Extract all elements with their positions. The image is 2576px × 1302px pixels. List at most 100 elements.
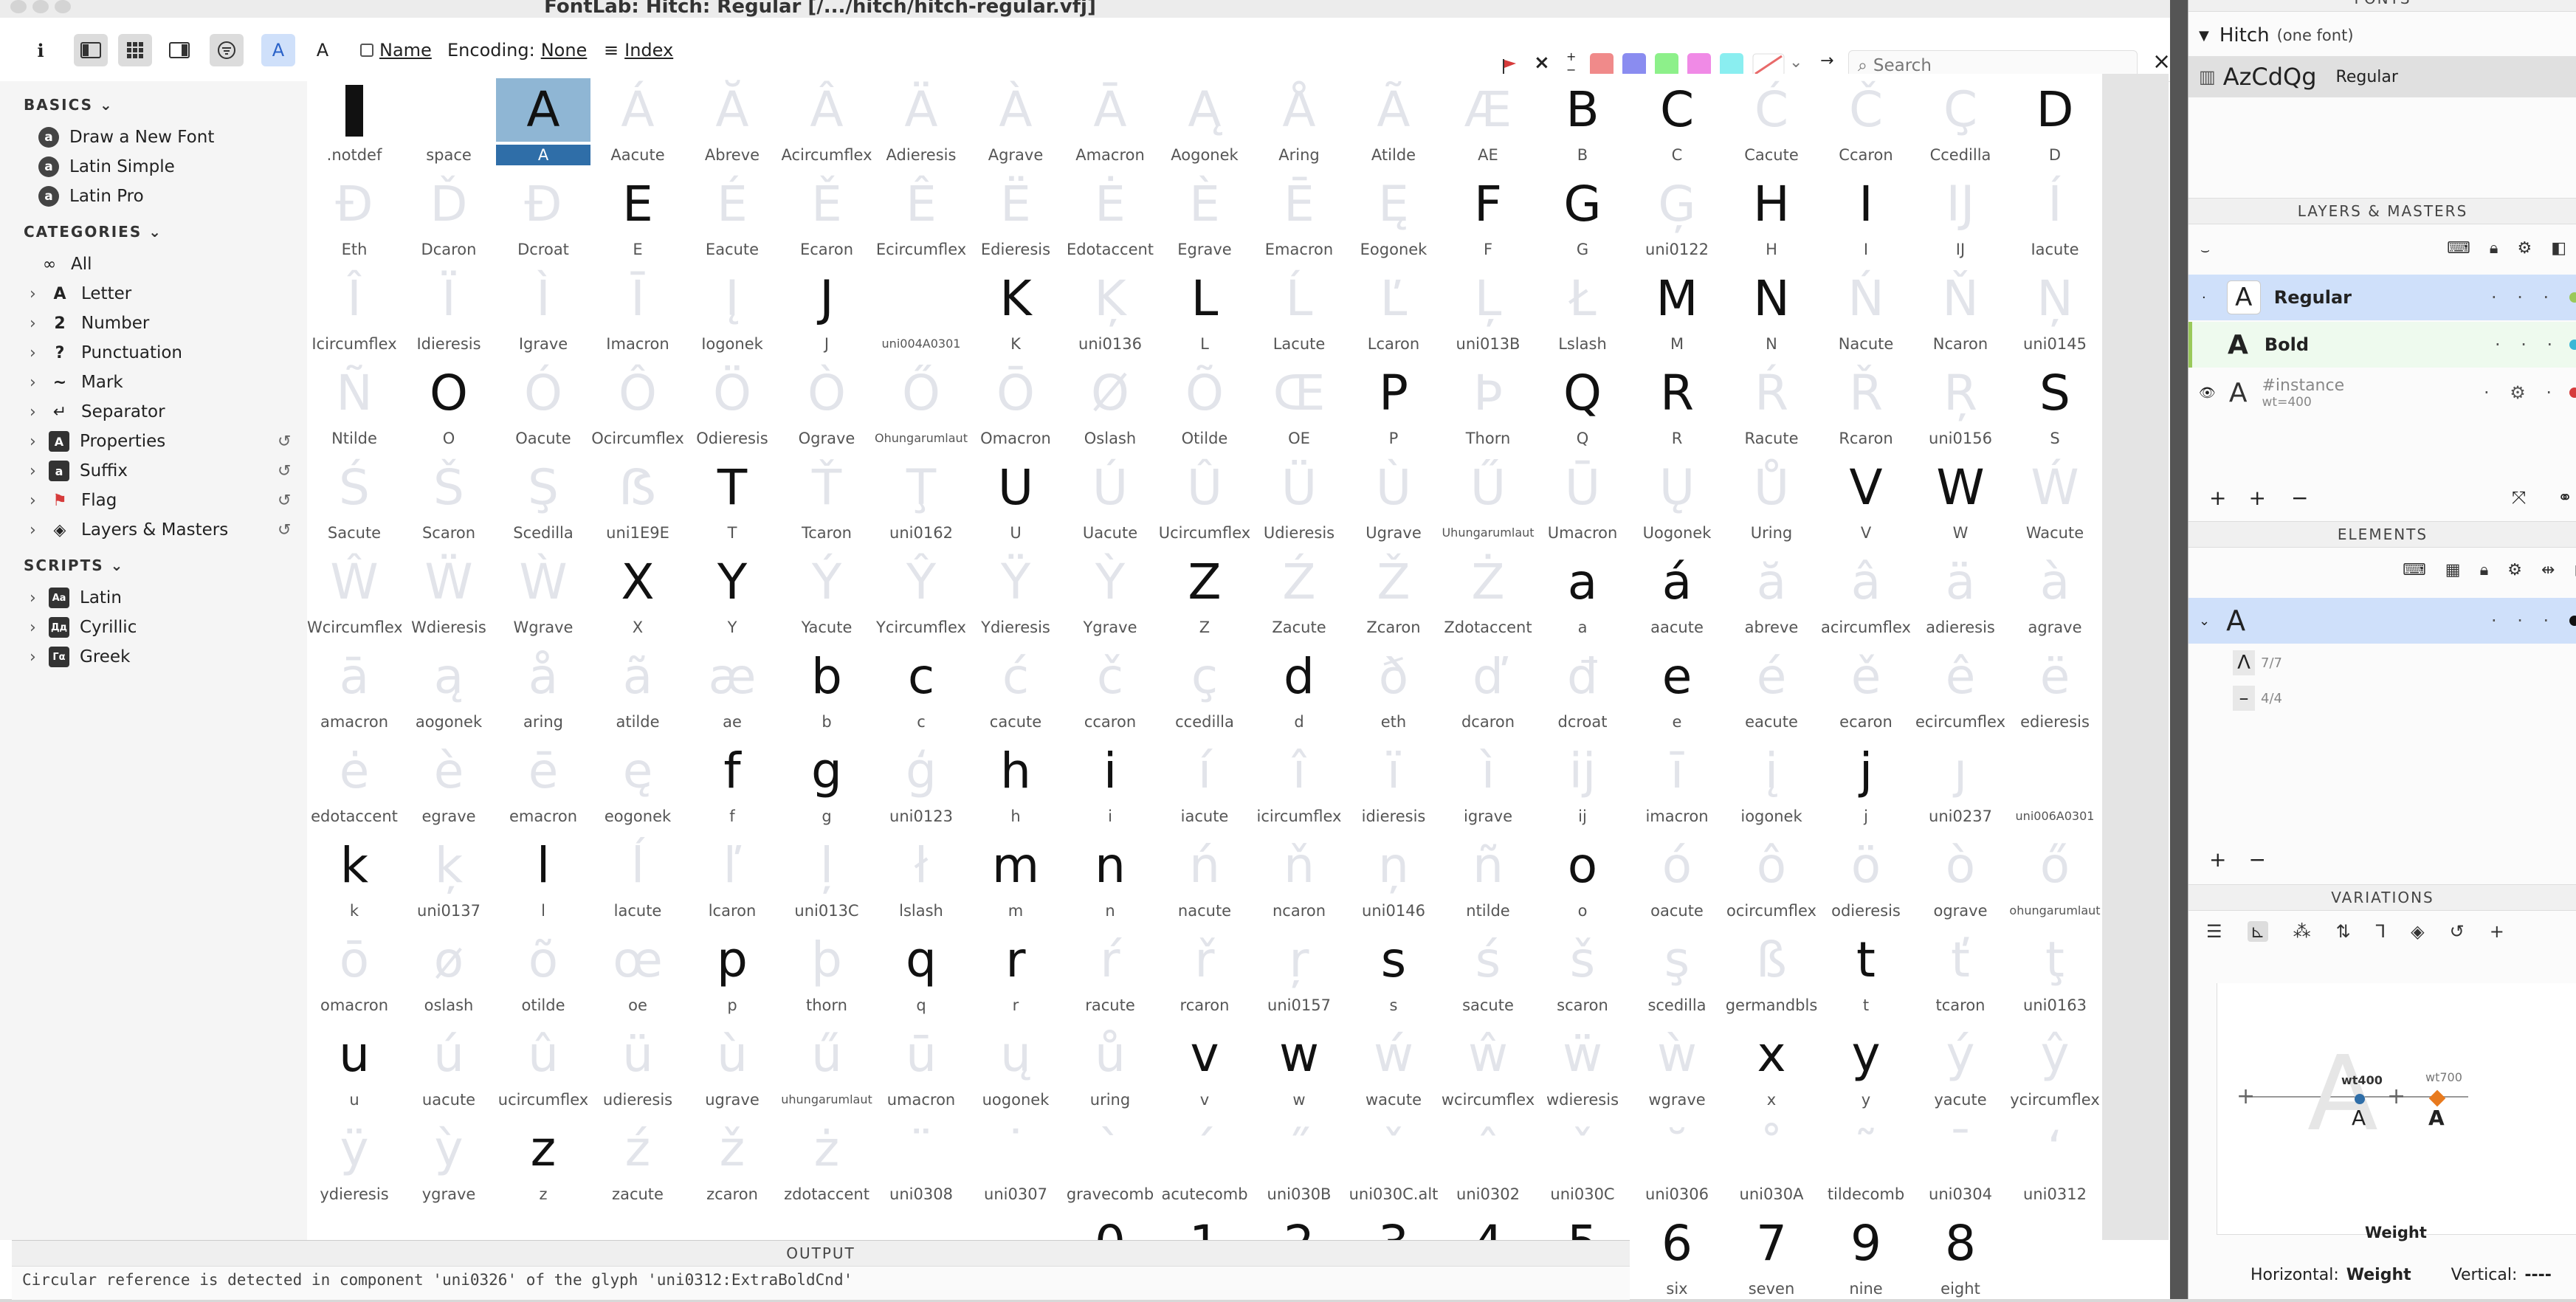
glyph-cell[interactable]: Õ Otilde	[1157, 357, 1252, 452]
glyph-cell[interactable]: ẁ wgrave	[1630, 1019, 1724, 1113]
glyph-cell[interactable]: 7 seven	[1724, 1208, 1819, 1302]
glyph-cell[interactable]: Û Ucircumflex	[1157, 452, 1252, 546]
glyph-cell[interactable]: Ů Uring	[1724, 452, 1819, 546]
glyph-cell[interactable]: Ė Edotaccent	[1063, 168, 1157, 263]
glyph-cell[interactable]: ű uhungarumlaut	[779, 1019, 874, 1113]
glyph-cell[interactable]: ŗ uni0157	[1252, 924, 1346, 1019]
axes-icon[interactable]: ⊾	[2247, 921, 2268, 942]
glyph-cell[interactable]: FF	[1441, 168, 1535, 263]
glyph-cell[interactable]: Ì Igrave	[496, 263, 590, 357]
glyph-cell[interactable]: ī imacron	[1630, 735, 1724, 830]
category-flag[interactable]: › ⚑ Flag ↺	[30, 486, 291, 515]
glyph-cell[interactable]: ẅ wdieresis	[1535, 1019, 1630, 1113]
glyph-cell[interactable]: Ẅ Wdieresis	[402, 546, 496, 641]
remove-layer-button[interactable]: −	[2291, 486, 2308, 510]
glyph-cell[interactable]: ă abreve	[1724, 546, 1819, 641]
layers-icon[interactable]: ◈	[2411, 921, 2424, 942]
glyph-cell[interactable]: xx	[1724, 1019, 1819, 1113]
glyph-cell[interactable]: í iacute	[1157, 735, 1252, 830]
glyph-cell[interactable]: jj	[1819, 735, 1913, 830]
glyph-cell[interactable]: ù ugrave	[685, 1019, 779, 1113]
glyph-cell[interactable]: gg	[779, 735, 874, 830]
glyph-cell[interactable]: ø oslash	[402, 924, 496, 1019]
glyph-cell[interactable]: Đ Eth	[307, 168, 402, 263]
glyph-cell[interactable]: bb	[779, 641, 874, 735]
glyph-cell[interactable]: 8 eight	[1913, 1208, 2008, 1302]
size-increase[interactable]: +	[1566, 50, 1576, 63]
glyph-cell[interactable]: Ľ Lcaron	[1346, 263, 1441, 357]
glyph-cell[interactable]: Ŷ Ycircumflex	[874, 546, 968, 641]
glyph-cell[interactable]: ż zdotaccent	[779, 1113, 874, 1208]
glyph-cell[interactable]: š scaron	[1535, 924, 1630, 1019]
split-icon[interactable]: ⇹	[2541, 561, 2555, 579]
glyph-cell[interactable]: ¨ uni0308	[874, 1113, 968, 1208]
script-greek[interactable]: › Γα Greek	[30, 642, 130, 672]
basics-item-latin-pro[interactable]: a Latin Pro	[38, 182, 144, 211]
glyph-cell[interactable]: ē emacron	[496, 735, 590, 830]
layer-row-instance[interactable]: 👁︎ A #instance wt=400 · ⚙ ·	[2188, 369, 2576, 416]
glyph-cell[interactable]: Ô Ocircumflex	[590, 357, 685, 452]
glyph-cell[interactable]: Ķuni0136	[1063, 263, 1157, 357]
glyph-cell[interactable]: õ otilde	[496, 924, 590, 1019]
glyph-cell[interactable]: ww	[1252, 1019, 1346, 1113]
glyph-cell[interactable]: Ī Imacron	[590, 263, 685, 357]
glyph-cell[interactable]: Č Ccaron	[1819, 74, 1913, 168]
category-separator[interactable]: › ↵ Separator	[30, 397, 165, 427]
glyph-cell[interactable]: dd	[1252, 641, 1346, 735]
glyph-cell[interactable]: ā amacron	[307, 641, 402, 735]
glyph-cell[interactable]: ñ ntilde	[1441, 830, 1535, 924]
glyph-cell[interactable]: é eacute	[1724, 641, 1819, 735]
glyph-cell[interactable]: ş scedilla	[1630, 924, 1724, 1019]
glyph-cell[interactable]: Ő Ohungarumlaut	[874, 357, 968, 452]
clear-flag-button[interactable]: ×	[1534, 52, 1550, 74]
glyph-cell[interactable]: Å Aring	[1252, 74, 1346, 168]
variation-map[interactable]: A + + wt400 wt700 A A Weight	[2217, 983, 2576, 1241]
sidebar-toggle-button[interactable]	[74, 34, 108, 66]
category-mark[interactable]: › ~ Mark	[30, 368, 123, 397]
glyph-cell[interactable]: Ā Amacron	[1063, 74, 1157, 168]
grid-icon[interactable]: ▦	[2445, 561, 2461, 579]
glyph-cell[interactable]: XX	[590, 546, 685, 641]
glyph-cell[interactable]: uni006A0301	[2008, 735, 2102, 830]
index-dropdown[interactable]: ≡ Index	[604, 34, 673, 66]
basics-header[interactable]: BASICS ⌄	[24, 96, 114, 114]
glyph-cell[interactable]: TT	[685, 452, 779, 546]
glyph-cell[interactable]: HH	[1724, 168, 1819, 263]
glyph-cell[interactable]: oo	[1535, 830, 1630, 924]
add-layer-button[interactable]: +	[2209, 486, 2226, 510]
glyph-cell[interactable]: ˘ uni0306	[1630, 1113, 1724, 1208]
glyph-cell[interactable]: ū umacron	[874, 1019, 968, 1113]
horizontal-axis-dropdown[interactable]: Weight	[2346, 1266, 2411, 1284]
glyph-cell[interactable]: Ù Ugrave	[1346, 452, 1441, 546]
glyph-cell[interactable]: Ú Uacute	[1063, 452, 1157, 546]
gear-icon[interactable]: ⚙	[2507, 561, 2522, 579]
glyph-cell[interactable]: ö odieresis	[1819, 830, 1913, 924]
glyph-cell[interactable]: Ų Uogonek	[1630, 452, 1724, 546]
glyph-cell[interactable]: ˝ uni030B	[1252, 1113, 1346, 1208]
glyph-cell[interactable]: ŵ wcircumflex	[1441, 1019, 1535, 1113]
glyph-cell[interactable]: â acircumflex	[1819, 546, 1913, 641]
glyph-cell[interactable]: yy	[1819, 1019, 1913, 1113]
glyph-cell[interactable]: Ẁ Wgrave	[496, 546, 590, 641]
glyph-cell[interactable]: ų uogonek	[968, 1019, 1063, 1113]
glyph-cell[interactable]: Í Iacute	[2008, 168, 2102, 263]
glyph-cell[interactable]: ỳ ygrave	[402, 1113, 496, 1208]
glyph-cell[interactable]: ÿ ydieresis	[307, 1113, 402, 1208]
glyph-cell[interactable]: ¯ uni0304	[1913, 1113, 2008, 1208]
glyph-cell[interactable]: PP	[1346, 357, 1441, 452]
encoding-dropdown[interactable]: Encoding: None	[447, 34, 587, 66]
glyph-cell[interactable]: space	[402, 74, 496, 168]
glyph-cell[interactable]: Ç Ccedilla	[1913, 74, 2008, 168]
glyph-cell[interactable]: Ẃ Wacute	[2008, 452, 2102, 546]
glyph-cell[interactable]: ã atilde	[590, 641, 685, 735]
master-regular-marker[interactable]	[2355, 1094, 2365, 1104]
keyboard-icon[interactable]: ⌨	[2447, 239, 2470, 258]
glyph-cell[interactable]: ï idieresis	[1346, 735, 1441, 830]
glyph-cell[interactable]: Ş Scedilla	[496, 452, 590, 546]
glyph-cell[interactable]: Ż Zdotaccent	[1441, 546, 1535, 641]
panel-toggle-button[interactable]	[162, 34, 196, 66]
glyph-cell[interactable]: ą aogonek	[402, 641, 496, 735]
glyph-cell[interactable]: MM	[1630, 263, 1724, 357]
glyph-caption-button[interactable]: A	[306, 34, 340, 66]
glyph-cell[interactable]: ff	[685, 735, 779, 830]
